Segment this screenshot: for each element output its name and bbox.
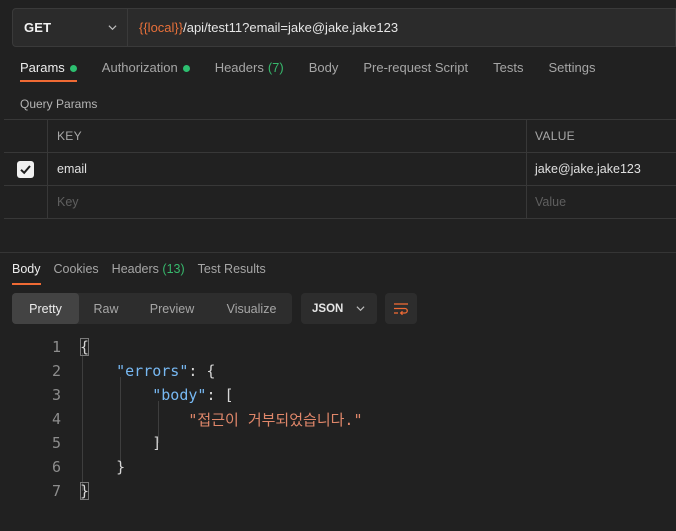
bracket-match: { <box>80 338 90 356</box>
header-check-cell <box>4 120 48 152</box>
code-text: "errors": { <box>116 362 216 380</box>
pretty-button[interactable]: Pretty <box>12 293 79 324</box>
code-line: 5 ] <box>0 431 676 455</box>
code-text: "body": [ <box>152 386 234 404</box>
table-row-empty: Key Value <box>4 186 676 219</box>
code-text: } <box>80 482 90 500</box>
response-tabs: Body Cookies Headers (13) Test Results <box>12 262 279 285</box>
tab-label: Settings <box>548 60 596 75</box>
request-tabs: Params Authorization Headers (7) Body Pre… <box>20 60 676 88</box>
visualize-button[interactable]: Visualize <box>211 293 292 324</box>
code-text: { <box>80 338 90 356</box>
tab-label: Authorization <box>101 60 178 75</box>
new-value-field[interactable]: Value <box>527 186 676 218</box>
line-number: 3 <box>51 386 61 404</box>
pane-divider[interactable] <box>0 252 676 253</box>
param-value-field[interactable]: jake@jake.jake123 <box>527 153 676 185</box>
tab-response-body[interactable]: Body <box>12 262 41 285</box>
code-line: 4 "접근이 거부되었습니다." <box>0 407 676 431</box>
code-line: 3 "body": [ <box>0 383 676 407</box>
param-enabled-checkbox[interactable] <box>17 160 34 178</box>
raw-button[interactable]: Raw <box>79 293 133 324</box>
tab-cookies[interactable]: Cookies <box>54 262 99 284</box>
tab-label: Test Results <box>197 262 266 276</box>
code-line: 2 "errors": { <box>0 359 676 383</box>
chevron-down-icon <box>108 25 117 31</box>
params-header-row: KEY VALUE <box>4 120 676 153</box>
tab-label: Headers <box>214 60 264 75</box>
tab-authorization[interactable]: Authorization <box>102 60 190 81</box>
status-dot-icon <box>182 65 190 72</box>
url-variable: {{local}} <box>139 20 184 35</box>
wrap-lines-icon <box>394 302 408 315</box>
json-key: "body" <box>152 386 207 404</box>
code-line: 6 } <box>0 455 676 479</box>
tab-label: Body <box>12 262 41 276</box>
row-check-cell <box>4 186 48 218</box>
tab-response-headers[interactable]: Headers (13) <box>112 262 185 284</box>
format-label: JSON <box>312 302 344 315</box>
tab-label: Params <box>20 60 65 75</box>
code-text: } <box>80 458 126 476</box>
row-check-cell <box>4 153 48 185</box>
response-body-viewer[interactable]: 1{ 2 "errors": { 3 "body": [ 4 "접근이 거부되었… <box>0 335 676 503</box>
bracket-match: } <box>80 482 90 500</box>
tab-count: (13) <box>162 262 185 276</box>
param-key-field[interactable]: email <box>48 153 527 185</box>
code-line: 1{ <box>0 335 676 359</box>
params-table: KEY VALUE email jake@jake.jake123 Key Va… <box>4 119 676 219</box>
tab-pre-request-script[interactable]: Pre-request Script <box>363 60 468 81</box>
table-row: email jake@jake.jake123 <box>4 153 676 186</box>
line-number: 6 <box>51 458 61 476</box>
tab-tests[interactable]: Tests <box>493 60 523 81</box>
code-text: ] <box>80 434 162 452</box>
key-column-header: KEY <box>48 120 527 152</box>
code-line: 7} <box>0 479 676 503</box>
tab-body[interactable]: Body <box>309 60 339 81</box>
tab-test-results[interactable]: Test Results <box>198 262 266 284</box>
query-params-title: Query Params <box>20 97 98 111</box>
json-string: "접근이 거부되었습니다." <box>80 410 363 429</box>
view-mode-toggle: Pretty Raw Preview Visualize <box>12 293 292 324</box>
tab-settings[interactable]: Settings <box>548 60 595 81</box>
status-dot-icon <box>69 65 77 72</box>
method-label: GET <box>24 20 52 35</box>
tab-label: Cookies <box>53 262 99 276</box>
tab-label: Body <box>308 60 339 75</box>
url-path: /api/test11?email=jake@jake.jake123 <box>183 20 399 35</box>
line-number: 1 <box>51 338 61 356</box>
tab-headers[interactable]: Headers (7) <box>215 60 284 81</box>
line-number: 7 <box>51 482 61 500</box>
wrap-lines-button[interactable] <box>385 293 417 324</box>
line-number: 2 <box>51 362 61 380</box>
method-select[interactable]: GET <box>13 9 128 46</box>
line-number: 4 <box>51 410 61 428</box>
tab-params[interactable]: Params <box>20 60 77 82</box>
url-input[interactable]: {{local}}/api/test11?email=jake@jake.jak… <box>128 20 398 35</box>
tab-label: Headers <box>111 262 159 276</box>
preview-button[interactable]: Preview <box>133 293 211 324</box>
request-url-bar: GET {{local}}/api/test11?email=jake@jake… <box>12 8 676 47</box>
tab-label: Tests <box>493 60 524 75</box>
tab-count: (7) <box>267 60 284 75</box>
json-key: "errors" <box>116 362 189 380</box>
value-column-header: VALUE <box>535 129 575 143</box>
tab-label: Pre-request Script <box>363 60 469 75</box>
new-key-field[interactable]: Key <box>48 186 527 218</box>
chevron-down-icon <box>356 306 365 312</box>
format-select[interactable]: JSON <box>301 293 377 324</box>
line-number: 5 <box>51 434 61 452</box>
checkmark-icon <box>20 164 31 174</box>
